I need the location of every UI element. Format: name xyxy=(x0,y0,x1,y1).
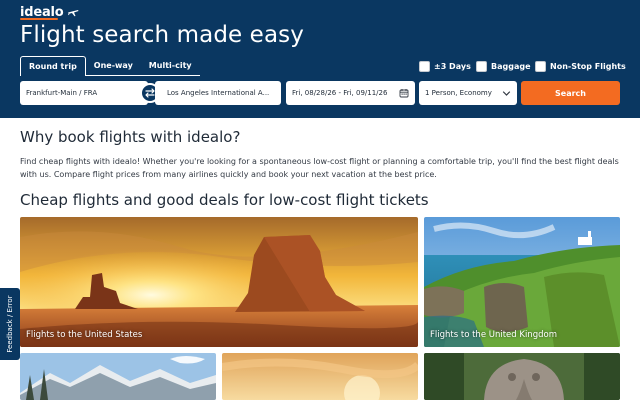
nonstop-label: Non-Stop Flights xyxy=(550,61,626,71)
deal-card-label: Flights to the United States xyxy=(26,330,143,340)
nonstop-option[interactable]: Non-Stop Flights xyxy=(535,59,626,73)
destination-value: Los Angeles International A... xyxy=(167,89,270,97)
search-header: idealo Flight search made easy Round tri… xyxy=(0,0,640,118)
deals-heading: Cheap flights and good deals for low-cos… xyxy=(20,191,429,209)
deal-card-united-kingdom[interactable]: Flights to the United Kingdom xyxy=(424,217,620,347)
sunset-image xyxy=(222,353,418,400)
flexible-days-label: ±3 Days xyxy=(434,61,471,71)
destination-field[interactable]: Los Angeles International A... xyxy=(155,81,281,105)
page-title: Flight search made easy xyxy=(20,22,304,48)
nonstop-checkbox[interactable] xyxy=(535,60,546,72)
chevron-down-icon xyxy=(502,90,511,96)
flexible-days-checkbox[interactable] xyxy=(419,60,430,72)
origin-field[interactable]: Frankfurt-Main / FRA xyxy=(20,81,148,105)
deal-card-label: Flights to the United Kingdom xyxy=(430,330,557,340)
tab-multi-city[interactable]: Multi-city xyxy=(140,56,200,76)
monument-valley-image xyxy=(20,217,418,347)
statue-image xyxy=(424,353,620,400)
baggage-option[interactable]: Baggage xyxy=(476,59,531,73)
deal-card-united-states[interactable]: Flights to the United States xyxy=(20,217,418,347)
page: idealo Flight search made easy Round tri… xyxy=(0,0,640,400)
calendar-icon xyxy=(399,89,409,98)
logo-underline xyxy=(20,18,58,20)
date-value: Fri, 08/28/26 - Fri, 09/11/26 xyxy=(292,89,388,97)
mountains-image xyxy=(20,353,216,400)
baggage-checkbox[interactable] xyxy=(476,60,487,72)
date-field[interactable]: Fri, 08/28/26 - Fri, 09/11/26 xyxy=(286,81,415,105)
why-text: Find cheap flights with idealo! Whether … xyxy=(20,157,619,179)
feedback-label: Feedback / Error xyxy=(6,295,14,353)
origin-value: Frankfurt-Main / FRA xyxy=(26,89,98,97)
uk-coast-image xyxy=(424,217,620,347)
flexible-days-option[interactable]: ±3 Days xyxy=(419,59,471,73)
feedback-button[interactable]: Feedback / Error xyxy=(0,288,20,360)
trip-type-tabs: Round trip One-way Multi-city xyxy=(20,56,200,76)
tab-one-way[interactable]: One-way xyxy=(85,56,141,76)
plane-icon xyxy=(67,10,79,17)
deal-card-sunset[interactable] xyxy=(222,353,418,400)
passengers-value: 1 Person, Economy xyxy=(425,89,492,97)
passengers-field[interactable]: 1 Person, Economy xyxy=(419,81,517,105)
baggage-label: Baggage xyxy=(491,61,531,71)
search-button[interactable]: Search xyxy=(521,81,620,105)
why-heading: Why book flights with idealo? xyxy=(20,128,241,146)
deal-card-statue[interactable] xyxy=(424,353,620,400)
deal-card-mountains[interactable] xyxy=(20,353,216,400)
tab-round-trip[interactable]: Round trip xyxy=(20,56,86,76)
